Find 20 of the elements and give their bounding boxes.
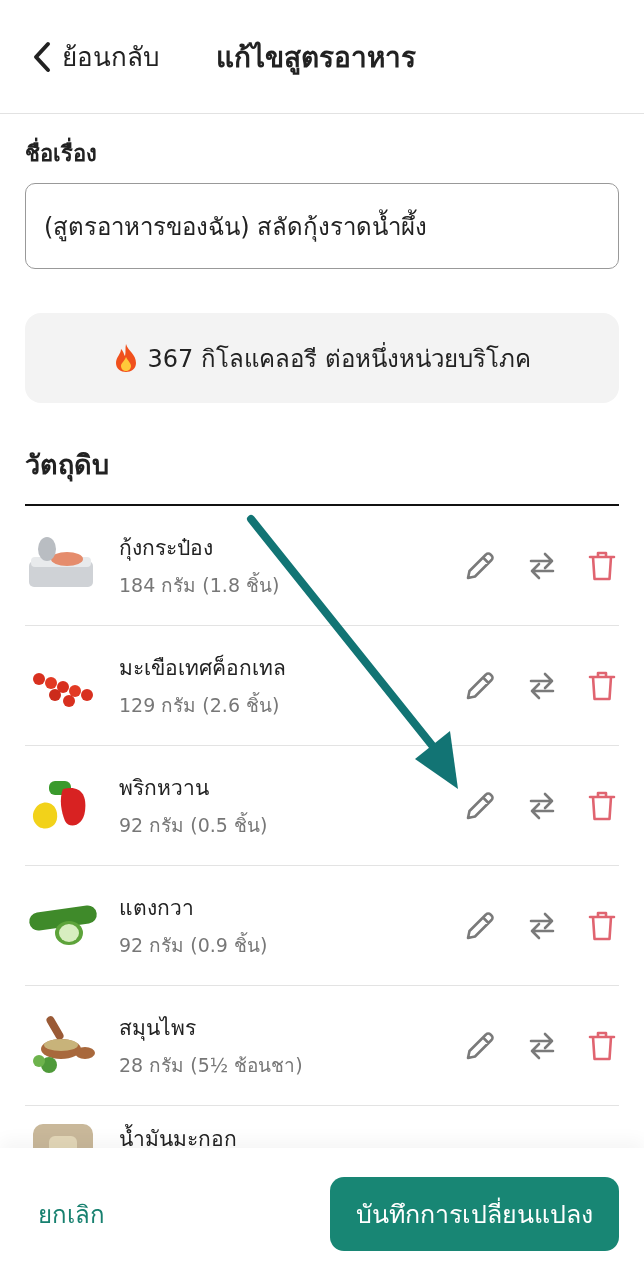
back-icon (32, 40, 52, 73)
calorie-text: 367 กิโลแคลอรี ต่อหนึ่งหน่วยบริโภค (147, 341, 531, 375)
ingredient-amount: 129 กรัม (2.6 ชิ้น) (119, 691, 281, 718)
ingredient-amount: 92 กรัม (0.5 ชิ้น) (119, 811, 269, 838)
back-button[interactable]: ย้อนกลับ (32, 36, 160, 77)
ingredient-name: แตงกวา (119, 895, 195, 922)
ingredient-amount: 92 กรัม (0.9 ชิ้น) (119, 931, 269, 958)
ingredient-name: มะเขือเทศค็อกเทล (119, 653, 287, 682)
ingredient-name: สมุนไพร (119, 1015, 197, 1043)
ingredient-amount: 184 กรัม (1.8 ชิ้น) (119, 571, 281, 598)
title-field[interactable]: (สูตรอาหารของฉัน) สลัดกุ้งราดน้ำผึ้ง (25, 183, 619, 269)
save-button[interactable]: บันทึกการเปลี่ยนแปลง (330, 1177, 619, 1251)
ingredient-name: น้ำมันมะกอก (119, 1122, 619, 1148)
screen-title: แก้ไขสูตรอาหาร (216, 39, 416, 77)
ingredient-amount: 28 กรัม (5½ ช้อนชา) (119, 1053, 304, 1078)
ingredient-name: พริกหวาน (119, 775, 210, 802)
section-heading: วัตถุดิบ (25, 443, 619, 506)
ingredient-name: กุ้งกระป๋อง (119, 535, 214, 563)
cancel-button[interactable]: ยกเลิก (38, 1194, 105, 1234)
field-label: ชื่อเรื่อง (25, 136, 619, 171)
